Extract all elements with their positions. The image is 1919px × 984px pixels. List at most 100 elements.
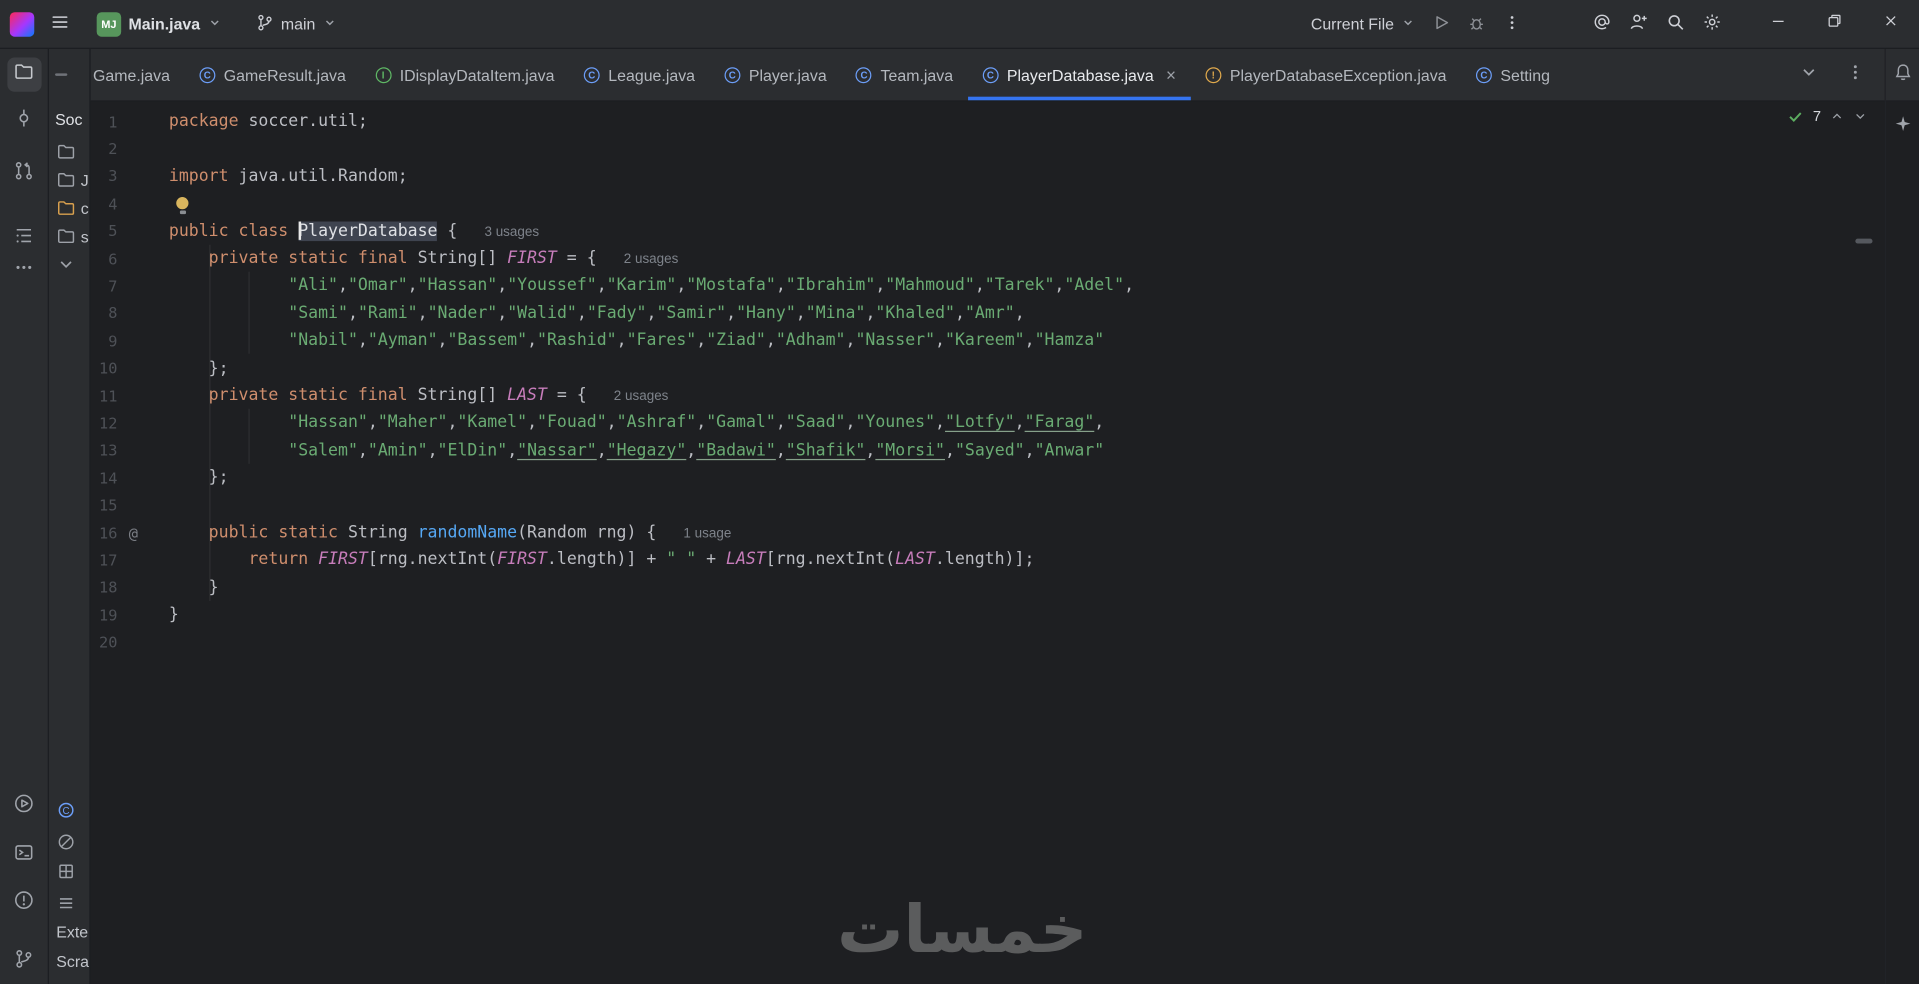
project-widget[interactable]: MJ Main.java xyxy=(88,7,229,41)
close-tab-icon[interactable]: × xyxy=(1166,66,1176,83)
run-config-selector[interactable]: Current File xyxy=(1302,7,1423,41)
mentions-button[interactable] xyxy=(1584,7,1621,41)
code-line-1[interactable]: package soccer.util; xyxy=(169,108,1885,135)
gutter-line[interactable]: 1 xyxy=(91,108,150,135)
more-tools-button[interactable] xyxy=(7,253,41,287)
usages-hint[interactable]: 3 usages xyxy=(484,225,539,240)
gutter-line[interactable]: 15 xyxy=(91,491,150,518)
code-editor[interactable]: 1 2 3 4 5 6 7 8 9 10 11 12 13 14 15 16 @17 18 19 20 package… xyxy=(90,101,1885,984)
project-tree-item[interactable] xyxy=(56,859,80,883)
project-tree-item[interactable]: J xyxy=(56,168,89,192)
gutter-line[interactable]: 20 xyxy=(91,628,150,655)
code-line-17[interactable]: return FIRST[rng.nextInt(FIRST.length)] … xyxy=(169,546,1885,573)
code-line-19[interactable]: } xyxy=(169,601,1885,628)
next-problem-button[interactable] xyxy=(1853,109,1868,124)
gutter-line[interactable]: 11 xyxy=(91,382,150,409)
code-line-2[interactable] xyxy=(169,135,1885,162)
tab-options-button[interactable] xyxy=(1841,60,1870,89)
gutter-line[interactable]: 6 xyxy=(91,245,150,272)
search-everywhere-button[interactable] xyxy=(1657,7,1694,41)
tab-Setting[interactable]: C Setting xyxy=(1461,49,1564,100)
project-tree-item[interactable] xyxy=(56,252,80,276)
code-line-6[interactable]: private static final String[] FIRST = { … xyxy=(169,245,1885,272)
project-tree-item[interactable]: c xyxy=(56,196,89,220)
run-button[interactable] xyxy=(1423,7,1458,41)
code-line-10[interactable]: }; xyxy=(169,354,1885,381)
code-line-13[interactable]: "Salem","Amin","ElDin","Nassar","Hegazy"… xyxy=(169,437,1885,464)
debug-button[interactable] xyxy=(1459,7,1494,41)
gutter-line[interactable]: 18 xyxy=(91,574,150,601)
scrollbar-marker[interactable] xyxy=(1855,238,1873,244)
tab-Team.java[interactable]: C Team.java xyxy=(841,49,967,100)
gutter-line[interactable]: 4 xyxy=(91,190,150,217)
gutter-line[interactable]: 5 xyxy=(91,217,150,244)
vcs-widget[interactable]: main xyxy=(247,7,345,41)
gutter-line[interactable]: 12 xyxy=(91,409,150,436)
main-menu-button[interactable] xyxy=(42,7,79,41)
terminal-tool-button[interactable] xyxy=(7,838,41,872)
project-tool-button[interactable] xyxy=(6,57,41,92)
close-button[interactable] xyxy=(1863,0,1919,48)
more-actions-button[interactable] xyxy=(1494,7,1529,41)
project-tree-item[interactable] xyxy=(56,830,80,854)
code-line-5[interactable]: public class PlayerDatabase { 3 usages xyxy=(169,217,1885,244)
code-line-8[interactable]: "Sami","Rami","Nader","Walid","Fady","Sa… xyxy=(169,300,1885,327)
code-with-me-button[interactable] xyxy=(1620,7,1657,41)
code-line-20[interactable] xyxy=(169,628,1885,655)
code-line-14[interactable]: }; xyxy=(169,464,1885,491)
usages-hint[interactable]: 1 usage xyxy=(683,526,731,541)
project-tree-item[interactable]: Scra xyxy=(56,948,89,972)
run-tool-button[interactable] xyxy=(7,789,41,823)
tab-IDisplayDataItem.java[interactable]: I IDisplayDataItem.java xyxy=(361,49,570,100)
usages-hint[interactable]: 2 usages xyxy=(614,389,669,404)
inspections-widget[interactable]: 7 xyxy=(1787,108,1867,125)
prev-problem-button[interactable] xyxy=(1830,109,1845,124)
project-root-item[interactable]: Soc xyxy=(55,110,82,128)
project-tree-item[interactable]: C xyxy=(56,798,80,822)
code-line-12[interactable]: "Hassan","Maher","Kamel","Fouad","Ashraf… xyxy=(169,409,1885,436)
commit-tool-button[interactable] xyxy=(7,104,41,138)
project-tree-item[interactable]: s xyxy=(56,224,89,248)
code-line-11[interactable]: private static final String[] LAST = { 2… xyxy=(169,382,1885,409)
tab-Game.java[interactable]: Game.java xyxy=(91,49,185,100)
ai-assistant-button[interactable] xyxy=(1888,111,1917,140)
pull-requests-tool-button[interactable] xyxy=(7,157,41,191)
usages-hint[interactable]: 2 usages xyxy=(624,252,679,267)
tab-League.java[interactable]: C League.java xyxy=(569,49,710,100)
gutter-line[interactable]: 7 xyxy=(91,272,150,299)
problems-tool-button[interactable] xyxy=(7,886,41,920)
restore-button[interactable] xyxy=(1806,0,1862,48)
gutter-line[interactable]: 14 xyxy=(91,464,150,491)
code-line-15[interactable] xyxy=(169,491,1885,518)
gutter-line[interactable]: 9 xyxy=(91,327,150,354)
project-tree-item[interactable] xyxy=(56,891,80,915)
minimize-button[interactable] xyxy=(1750,0,1806,48)
tab-GameResult.java[interactable]: C GameResult.java xyxy=(185,49,361,100)
project-panel[interactable]: Soc Jcs C Exte Scra xyxy=(48,48,91,984)
structure-tool-button[interactable] xyxy=(7,222,41,256)
project-tree-item[interactable]: Exte xyxy=(56,919,88,943)
code-line-16[interactable]: public static String randomName(Random r… xyxy=(169,519,1885,546)
hidden-tabs-button[interactable] xyxy=(1794,60,1823,89)
gutter-line[interactable]: 13 xyxy=(91,437,150,464)
code-line-9[interactable]: "Nabil","Ayman","Bassem","Rashid","Fares… xyxy=(169,327,1885,354)
gutter-line[interactable]: 16 @ xyxy=(91,519,150,546)
gutter-line[interactable]: 19 xyxy=(91,601,150,628)
gutter-line[interactable]: 17 xyxy=(91,546,150,573)
code-line-7[interactable]: "Ali","Omar","Hassan","Youssef","Karim",… xyxy=(169,272,1885,299)
project-tree-item[interactable] xyxy=(56,140,80,164)
tab-PlayerDatabaseException.java[interactable]: ! PlayerDatabaseException.java xyxy=(1191,49,1462,100)
settings-button[interactable] xyxy=(1694,7,1731,41)
code-line-18[interactable]: } xyxy=(169,574,1885,601)
gutter-line[interactable]: 3 xyxy=(91,163,150,190)
gutter-line[interactable]: 10 xyxy=(91,354,150,381)
gutter-line[interactable]: 2 xyxy=(91,135,150,162)
notifications-button[interactable] xyxy=(1888,60,1917,89)
tab-Player.java[interactable]: C Player.java xyxy=(710,49,842,100)
version-control-tool-button[interactable] xyxy=(7,945,41,979)
tab-PlayerDatabase.java[interactable]: C PlayerDatabase.java × xyxy=(967,49,1191,101)
panel-resize-handle[interactable] xyxy=(55,73,68,76)
code-line-3[interactable]: import java.util.Random; xyxy=(169,163,1885,190)
gutter-line[interactable]: 8 xyxy=(91,300,150,327)
code-line-4[interactable] xyxy=(169,190,1885,217)
